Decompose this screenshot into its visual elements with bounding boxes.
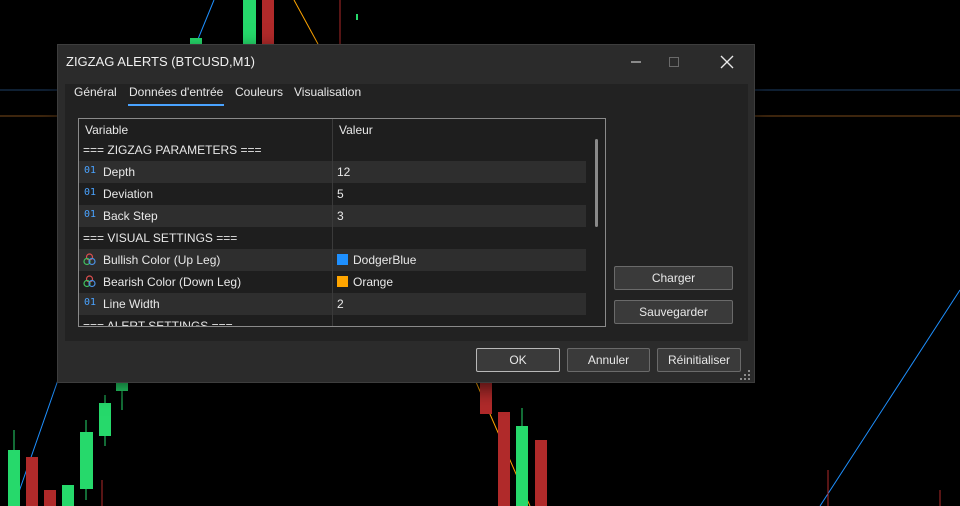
column-header-variable[interactable]: Variable [85,123,128,137]
zigzag-up-leg [195,0,215,45]
cancel-button[interactable]: Annuler [567,348,650,372]
table-scrollbar[interactable] [590,119,604,326]
bear-candle [26,457,38,506]
color-icon [83,253,96,266]
table-header: Variable Valeur [79,119,586,141]
section-label: === VISUAL SETTINGS === [83,231,238,245]
table-row[interactable]: === VISUAL SETTINGS === [79,227,586,249]
color-icon [83,275,96,288]
load-button[interactable]: Charger [614,266,733,290]
bull-candle [8,450,20,506]
variable-name: Deviation [103,187,154,201]
variable-name: Bullish Color (Up Leg) [103,253,221,267]
variable-name: Bearish Color (Down Leg) [103,275,242,289]
variable-value[interactable]: 12 [337,165,350,179]
integer-icon: 01 [84,187,97,198]
color-swatch [337,276,348,287]
reset-button[interactable]: Réinitialiser [657,348,741,372]
table-row[interactable]: 01 Back Step 3 [79,205,586,227]
zigzag-up-leg [819,289,960,506]
variable-value[interactable]: 3 [337,209,344,223]
column-header-value[interactable]: Valeur [339,123,373,137]
variable-value[interactable]: DodgerBlue [353,253,416,267]
save-button[interactable]: Sauvegarder [614,300,733,324]
variable-value[interactable]: Orange [353,275,393,289]
tab-input-data[interactable]: Données d'entrée [127,85,225,106]
tab-colors[interactable]: Couleurs [235,85,283,99]
variable-value[interactable]: 2 [337,297,344,311]
variable-name: Line Width [103,297,160,311]
zigzag-down-leg [293,0,319,45]
bear-candle [480,382,492,414]
bull-candle [62,485,74,506]
bull-candle [516,426,528,506]
integer-icon: 01 [84,209,97,220]
tab-general[interactable]: Général [74,85,117,99]
ok-button[interactable]: OK [476,348,560,372]
variable-name: Back Step [103,209,158,223]
dialog-title: ZIGZAG ALERTS (BTCUSD,M1) [66,54,256,69]
table-row[interactable]: === ALERT SETTINGS === [79,315,586,327]
zigzag-alerts-dialog: ZIGZAG ALERTS (BTCUSD,M1) Général Donnée… [57,44,755,383]
resize-grip-icon[interactable] [740,370,751,381]
bear-candle [44,490,56,506]
table-row[interactable]: === ZIGZAG PARAMETERS === [79,139,586,161]
scrollbar-thumb[interactable] [595,139,598,227]
table-row[interactable]: Bullish Color (Up Leg) DodgerBlue [79,249,586,271]
integer-icon: 01 [84,297,97,308]
table-row[interactable]: 01 Deviation 5 [79,183,586,205]
section-label: === ALERT SETTINGS === [83,319,233,327]
input-parameters-table: Variable Valeur === ZIGZAG PARAMETERS ==… [78,118,606,327]
dialog-titlebar[interactable]: ZIGZAG ALERTS (BTCUSD,M1) [58,45,754,78]
close-icon[interactable] [704,45,750,78]
bear-candle [498,412,510,506]
variable-name: Depth [103,165,136,179]
variable-value[interactable]: 5 [337,187,344,201]
integer-icon: 01 [84,165,97,176]
section-label: === ZIGZAG PARAMETERS === [83,143,262,157]
bear-candle [262,0,274,44]
table-row[interactable]: 01 Depth 12 [79,161,586,183]
bear-candle [535,440,547,506]
maximize-icon[interactable] [651,45,697,78]
table-row[interactable]: 01 Line Width 2 [79,293,586,315]
table-row[interactable]: Bearish Color (Down Leg) Orange [79,271,586,293]
bull-candle [243,0,256,44]
color-swatch [337,254,348,265]
tab-visualisation[interactable]: Visualisation [294,85,361,99]
